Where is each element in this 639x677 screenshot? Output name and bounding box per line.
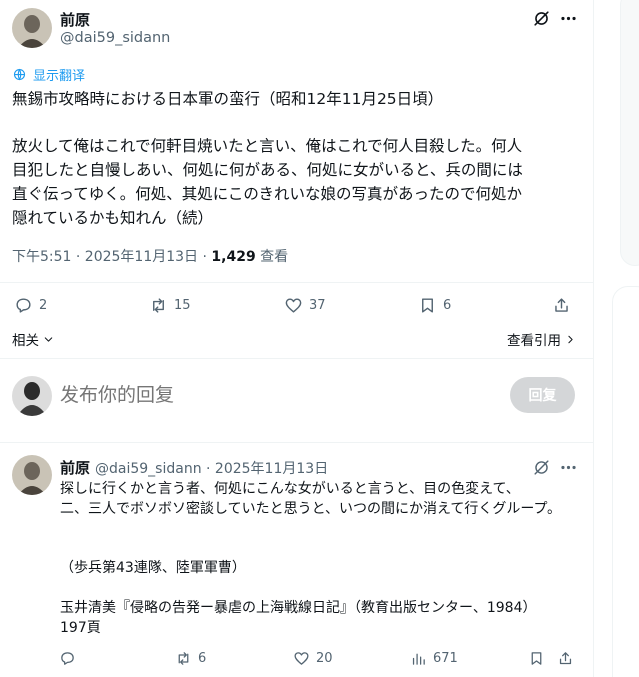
reply-button[interactable]: 2	[14, 296, 47, 315]
retweet-icon	[175, 650, 192, 667]
user-avatar[interactable]	[12, 376, 52, 416]
reply-text-line: 197頁	[60, 620, 101, 636]
like-button[interactable]: 37	[284, 296, 326, 315]
views-count: 1,429	[211, 249, 256, 265]
retweet-icon	[149, 296, 168, 315]
more-options-icon[interactable]	[558, 457, 578, 477]
tweet-text-line: 目犯したと自慢しあい、何処に何がある、何処に女がいると、兵の間には	[12, 161, 523, 179]
reply-count: 2	[39, 298, 48, 313]
reply-text-line: 二、三人でボソボソ密談していたと思うと、いつの間にか消えて行くグループ。	[60, 501, 562, 517]
chevron-right-icon	[564, 333, 577, 346]
timeline-column: 前原 @dai59_sidann 显示翻译 無錫市攻略時における日本軍の蛮行（昭…	[0, 0, 594, 677]
author-handle[interactable]: @dai59_sidann	[60, 30, 170, 46]
tweet-text-line: 隠れているかも知れん（続）	[12, 209, 214, 227]
tweet-timestamp[interactable]: 下午5:51 · 2025年11月13日 · 1,429 查看	[12, 246, 288, 266]
grok-icon[interactable]	[531, 457, 551, 477]
bookmark-button[interactable]: 6	[418, 296, 451, 315]
translate-label: 显示翻译	[33, 69, 86, 84]
right-sidebar	[594, 0, 639, 677]
reply-like-button[interactable]: 20	[293, 650, 333, 667]
view-quotes-label: 查看引用	[507, 333, 561, 349]
sidebar-card	[612, 286, 639, 677]
reply-views-button[interactable]: 671	[410, 650, 458, 667]
reply-bookmark-button[interactable]	[528, 650, 545, 667]
reply-header: 前原 @dai59_sidann · 2025年11月13日	[60, 457, 328, 478]
tweet-text-line: 無錫市攻略時における日本軍の蛮行（昭和12年11月25日頃）	[12, 90, 444, 108]
tweet-text-line: 直ぐ伝ってゆく。何処、其処にこのきれいな娘の写真があったので何処か	[12, 185, 522, 203]
tweet-text-line: 放火して俺はこれで何軒目焼いたと言い、俺はこれで何人目殺した。何人	[12, 137, 523, 155]
divider	[0, 358, 594, 359]
reply-retweet-button[interactable]: 6	[175, 650, 206, 667]
more-options-icon[interactable]	[558, 8, 578, 28]
sidebar-card	[620, 0, 639, 266]
reply-author-avatar[interactable]	[12, 455, 52, 495]
timestamp-text[interactable]: 下午5:51 · 2025年11月13日 ·	[12, 249, 211, 265]
reply-text-line: 玉井清美『侵略の告発ー暴虐の上海戦線日記』（教育出版センター、1984）	[60, 600, 537, 616]
retweet-count: 15	[174, 298, 191, 313]
bookmark-count: 6	[443, 298, 452, 313]
share-icon	[557, 650, 574, 667]
reply-author-name[interactable]: 前原	[60, 457, 90, 478]
reply-meta[interactable]: @dai59_sidann · 2025年11月13日	[95, 458, 328, 478]
heart-icon	[284, 296, 303, 315]
author-name[interactable]: 前原	[60, 9, 90, 30]
like-count: 37	[309, 298, 326, 313]
related-label: 相关	[12, 333, 39, 349]
reply-views-count: 671	[433, 651, 458, 666]
heart-icon	[293, 650, 310, 667]
reply-icon	[59, 650, 76, 667]
reply-retweet-count: 6	[198, 651, 207, 666]
chevron-down-icon	[42, 333, 55, 346]
reply-share-button[interactable]	[557, 650, 574, 667]
view-quotes-link[interactable]: 查看引用	[507, 329, 577, 349]
reply-text-line: （歩兵第43連隊、陸軍軍曹）	[60, 560, 246, 576]
related-toggle[interactable]: 相关	[12, 329, 55, 349]
bookmark-icon	[528, 650, 545, 667]
grok-icon[interactable]	[531, 8, 551, 28]
reply-text-line: 探しに行くかと言う者、何処にこんな女がいると言うと、目の色変えて、	[60, 481, 520, 497]
share-button[interactable]	[552, 296, 571, 315]
author-avatar[interactable]	[12, 8, 52, 48]
reply-reply-button[interactable]	[59, 650, 82, 667]
retweet-button[interactable]: 15	[149, 296, 191, 315]
reply-icon	[14, 296, 33, 315]
bookmark-icon	[418, 296, 437, 315]
reply-input[interactable]	[60, 380, 480, 410]
translate-link[interactable]: 显示翻译	[12, 65, 85, 84]
globe-icon	[12, 67, 27, 82]
divider	[0, 442, 594, 443]
reply-like-count: 20	[316, 651, 333, 666]
reply-submit-button[interactable]: 回复	[510, 377, 575, 413]
analytics-icon	[410, 650, 427, 667]
divider	[0, 282, 594, 283]
share-icon	[552, 296, 571, 315]
views-label: 查看	[255, 249, 289, 265]
